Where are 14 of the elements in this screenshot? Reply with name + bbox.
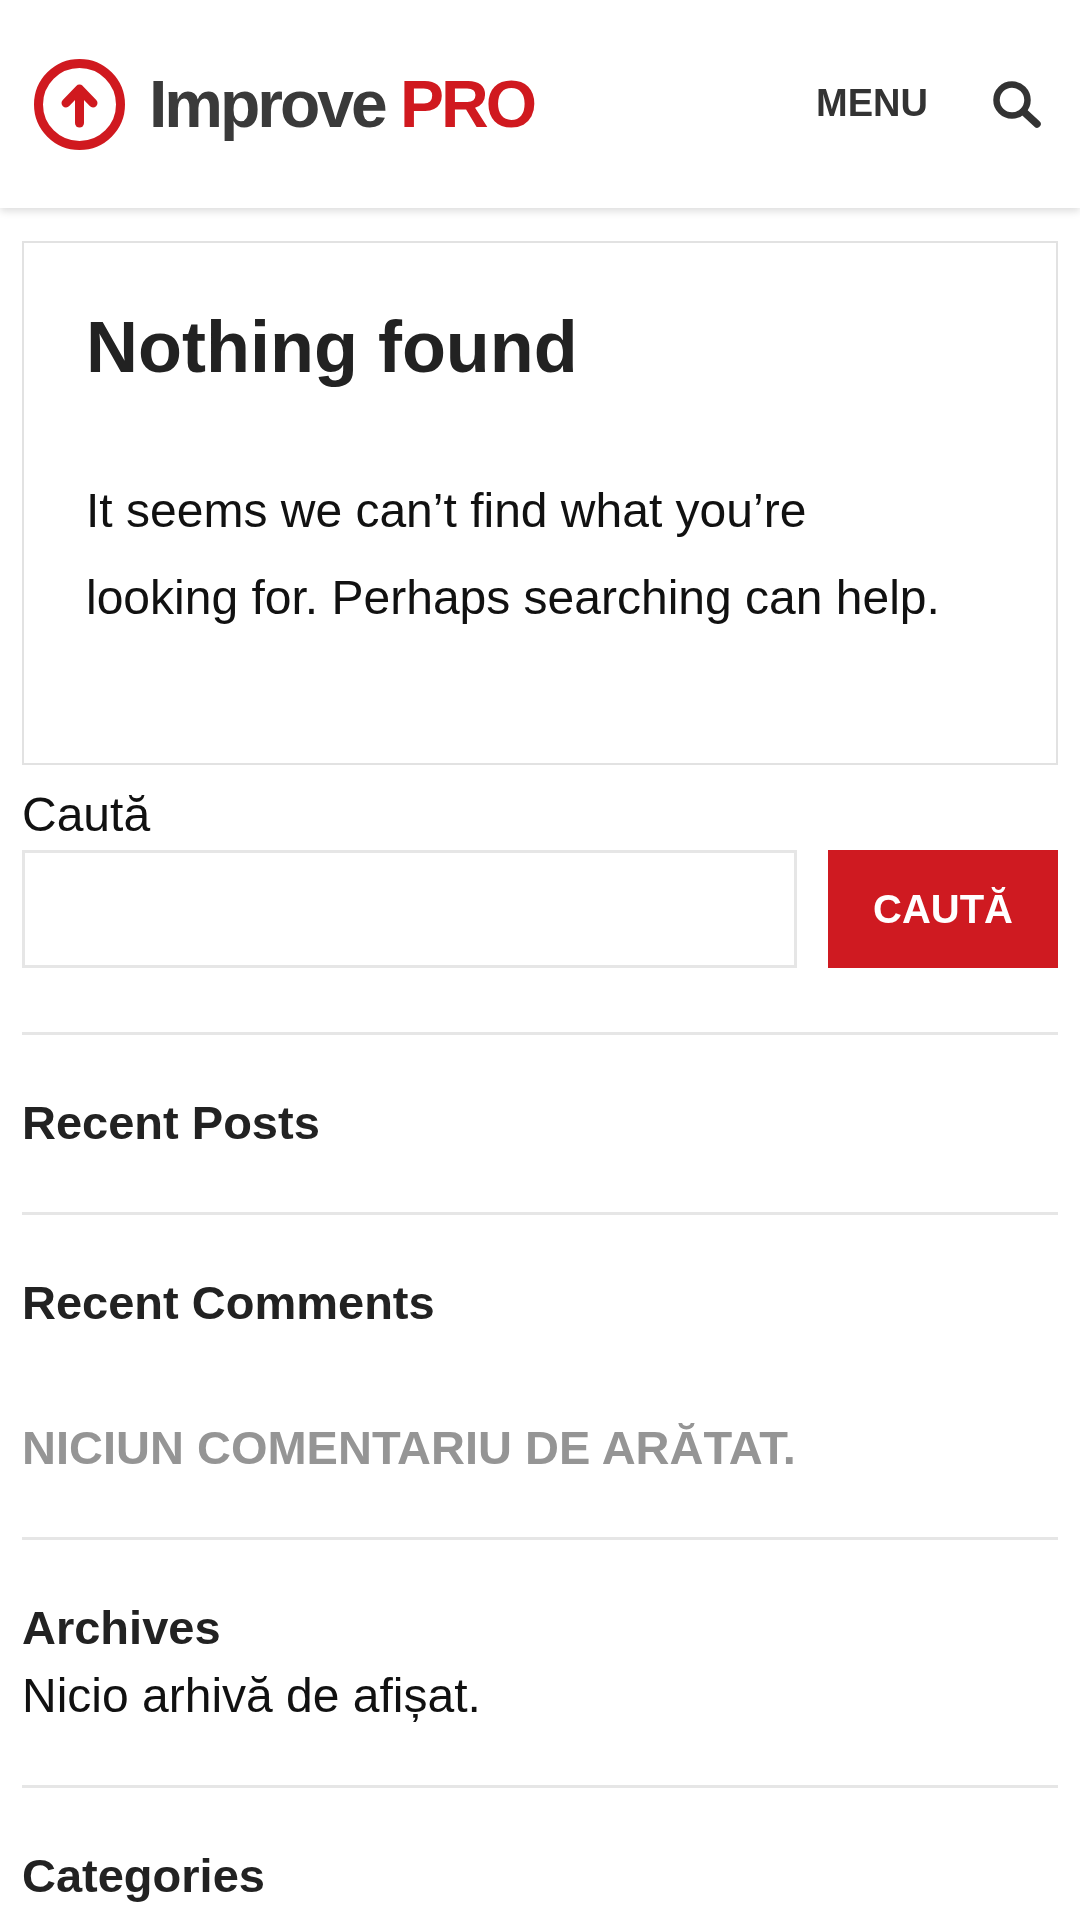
notice-message: It seems we can’t find what you’re looking for. Perhaps searching can help. bbox=[86, 483, 941, 626]
search-icon[interactable] bbox=[992, 80, 1042, 128]
search-submit-button[interactable]: CAUTĂ bbox=[828, 850, 1058, 968]
widget-title: Categories bbox=[22, 1848, 266, 1904]
widget-title: Recent Comments bbox=[22, 1275, 436, 1331]
widget-title: Archives bbox=[22, 1600, 222, 1656]
menu-button[interactable]: MENU bbox=[816, 83, 928, 125]
widget-title: Recent Posts bbox=[22, 1095, 321, 1151]
notice-title: Nothing found bbox=[86, 306, 579, 389]
logo-icon[interactable] bbox=[34, 58, 125, 150]
search-label: Caută bbox=[22, 787, 152, 843]
widget-note: NICIUN COMENTARIU DE ARĂTAT. bbox=[22, 1420, 797, 1476]
widget-note: Nicio arhivă de afișat. bbox=[22, 1668, 482, 1724]
search-field[interactable] bbox=[22, 850, 797, 968]
